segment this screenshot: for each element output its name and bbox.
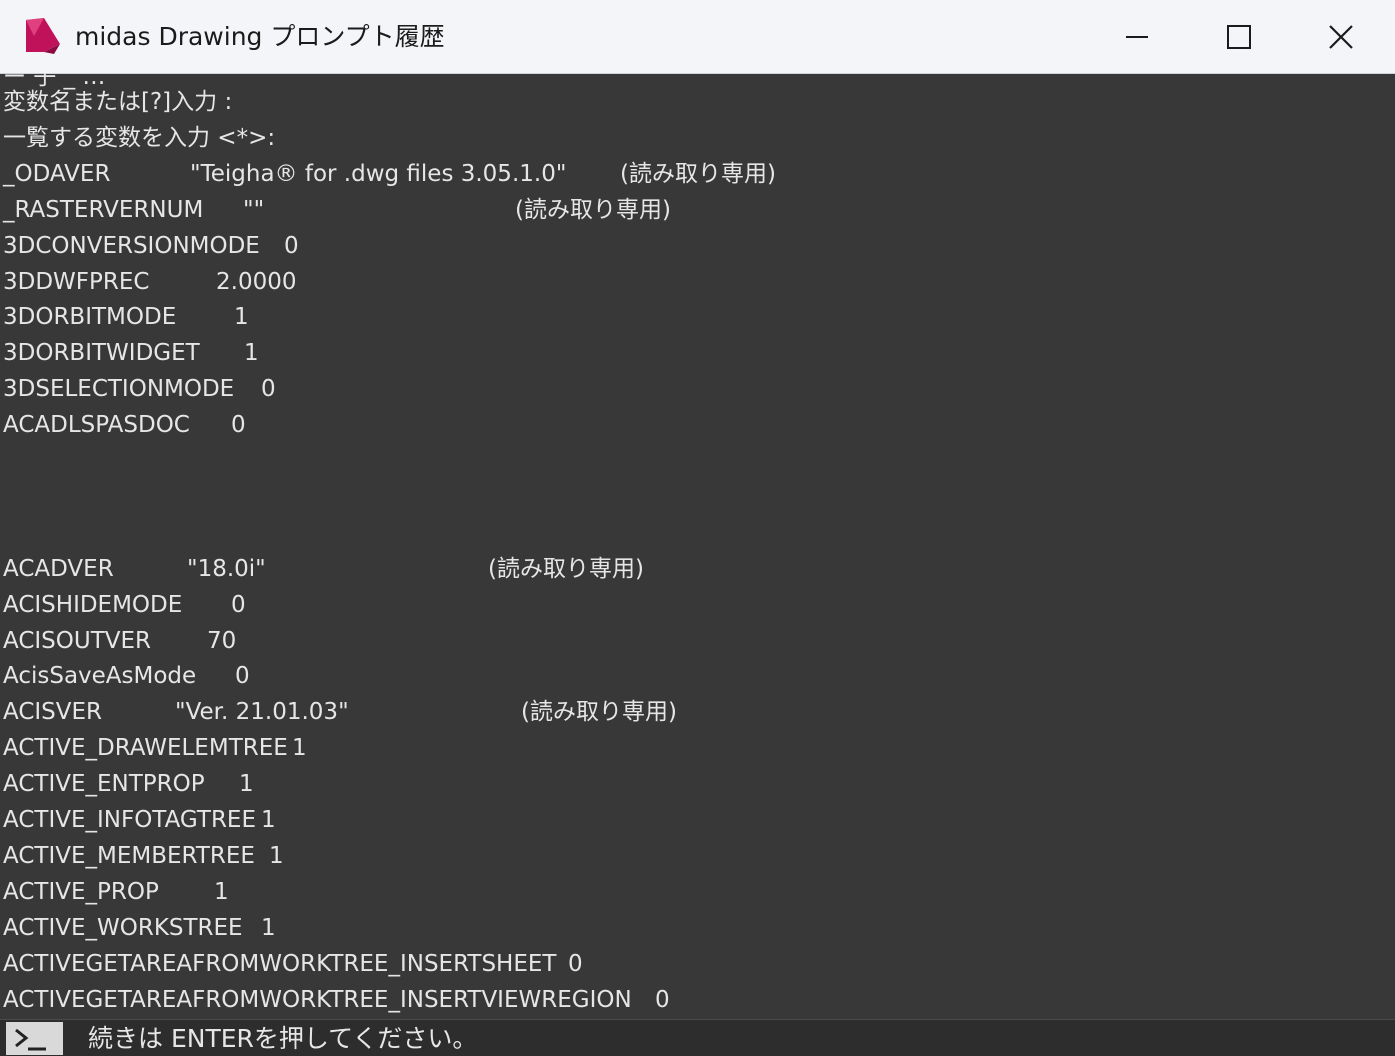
variable-value: 70 <box>207 627 237 654</box>
variable-value: "18.0i" <box>187 555 266 582</box>
variable-value: 0 <box>284 232 299 259</box>
command-prompt-icon <box>6 1022 63 1055</box>
variable-value: 0 <box>231 412 246 439</box>
variable-value: "Teigha® for .dwg files 3.05.1.0" <box>190 160 567 187</box>
window-title: midas Drawing プロンプト履歴 <box>75 22 445 51</box>
close-button[interactable] <box>1290 0 1392 73</box>
variable-value: 0 <box>231 591 246 618</box>
command-prompt-bar[interactable]: 続きは ENTERを押してください。 <box>0 1019 1395 1056</box>
maximize-icon <box>1227 25 1251 49</box>
variable-name: ACISVER <box>3 699 103 726</box>
variable-value: 1 <box>239 771 254 798</box>
variable-name: ACISOUTVER <box>3 627 152 654</box>
variable-value: 0 <box>261 376 276 403</box>
variable-name: ACADLSPASDOC <box>3 412 190 439</box>
variable-name: ACTIVE_MEMBERTREE <box>3 842 255 869</box>
variable-name: ACTIVE_PROP <box>3 878 159 905</box>
variable-name: AcisSaveAsMode <box>3 663 197 690</box>
prompt-history-window: midas Drawing プロンプト履歴 ー 子 _ … 変数名または[?]入… <box>0 0 1395 1056</box>
variable-value: 1 <box>261 914 276 941</box>
variable-name: ACTIVE_ENTPROP <box>3 771 205 798</box>
variable-value: "" <box>243 196 265 223</box>
variable-value: 1 <box>292 735 307 762</box>
minimize-button[interactable] <box>1086 0 1188 73</box>
read-only-note: (読み取り専用) <box>521 699 677 726</box>
midas-drawing-logo-icon <box>26 18 60 54</box>
variable-name: 変数名または[?]入力 : <box>3 89 233 115</box>
read-only-note: (読み取り専用) <box>620 160 776 187</box>
variable-name: ACISHIDEMODE <box>3 591 183 618</box>
history-log[interactable]: ー 子 _ … 変数名または[?]入力 : 一覧する変数を入力 <*>: _ODAV… <box>0 73 1395 1019</box>
variable-name: 3DORBITMODE <box>3 304 177 331</box>
variable-value: 1 <box>214 878 229 905</box>
variable-name: 3DORBITWIDGET <box>3 340 200 367</box>
read-only-note: (読み取り専用) <box>488 555 644 582</box>
variable-name: _RASTERVERNUM <box>3 196 204 223</box>
maximize-button[interactable] <box>1188 0 1290 73</box>
variable-value: 1 <box>244 340 259 367</box>
variable-value: "Ver. 21.01.03" <box>175 699 349 726</box>
title-bar[interactable]: midas Drawing プロンプト履歴 <box>0 0 1395 74</box>
variable-name: 3DDWFPREC <box>3 268 150 295</box>
variable-name: 一覧する変数を入力 <*>: <box>3 124 276 151</box>
prompt-message: 続きは ENTERを押してください。 <box>88 1024 478 1053</box>
variable-name: 3DSELECTIONMODE <box>3 376 235 403</box>
variable-name: ACTIVEGETAREAFROMWORKTREE_INSERTSHEET <box>3 950 557 977</box>
minimize-icon <box>1126 36 1148 38</box>
variable-value: 1 <box>269 842 284 869</box>
variable-name: 3DCONVERSIONMODE <box>3 232 260 259</box>
variable-name: ACTIVE_DRAWELEMTREE <box>3 735 288 762</box>
variable-value: 1 <box>234 304 249 331</box>
variable-name: ACTIVE_WORKSTREE <box>3 914 243 941</box>
variable-value: 0 <box>568 950 583 977</box>
variable-name: ACTIVE_INFOTAGTREE <box>3 807 256 833</box>
variable-value: 1 <box>261 807 276 833</box>
variable-name: ACTIVEGETAREAFROMWORKTREE_INSERTVIEWREGI… <box>3 986 632 1013</box>
variable-value: 2.0000 <box>216 268 297 295</box>
variable-value: 0 <box>655 986 670 1013</box>
variable-value: 0 <box>235 663 250 690</box>
variable-name: ACADVER <box>3 555 114 582</box>
close-icon <box>1329 25 1353 49</box>
variable-name: _ODAVER <box>3 160 111 187</box>
read-only-note: (読み取り専用) <box>515 196 671 223</box>
